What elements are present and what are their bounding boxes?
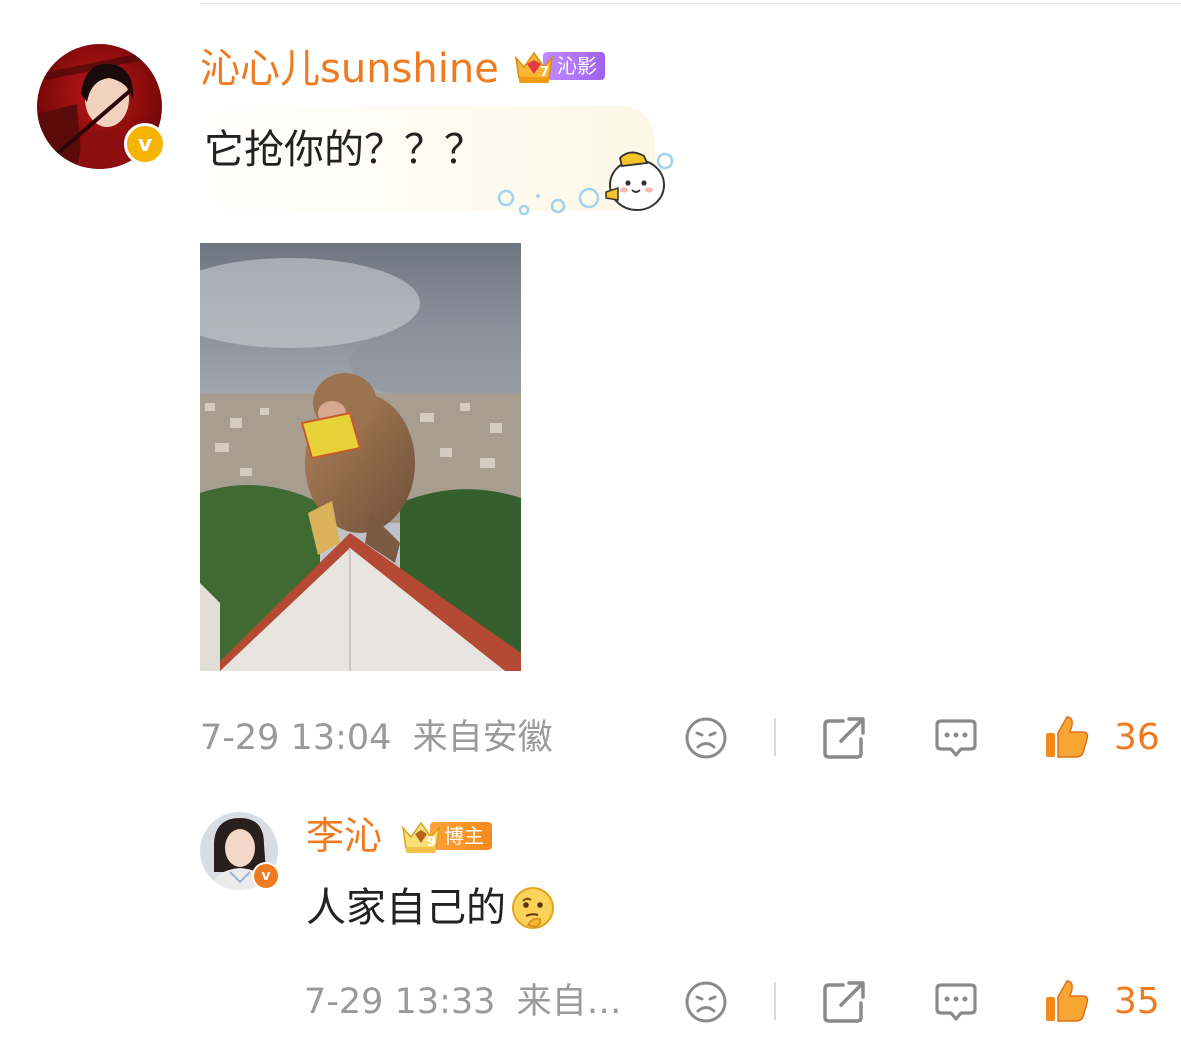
like-count: 36 [1114, 717, 1160, 758]
like-button[interactable] [1042, 976, 1092, 1026]
thumbs-up-icon [1046, 980, 1089, 1022]
action-separator [774, 718, 776, 756]
reply-button[interactable] [932, 978, 980, 1026]
frown-face-icon [685, 717, 727, 759]
username[interactable]: 沁心儿sunshine [200, 44, 499, 94]
reply-text-line: 人家自己的 [306, 882, 556, 934]
action-separator [774, 982, 776, 1020]
timestamp: 7-29 13:04 [200, 718, 392, 758]
comment-text: 它抢你的？？？ [204, 127, 484, 173]
verified-badge-icon: v [252, 862, 280, 890]
reply-button[interactable] [932, 714, 980, 762]
comment-meta: 7-29 13:33 来自… [304, 980, 622, 1024]
dislike-button[interactable] [682, 714, 730, 762]
comment-meta: 7-29 13:04 来自安徽 [200, 716, 553, 760]
crown-icon: 7 [513, 48, 554, 84]
timestamp: 7-29 13:33 [304, 982, 496, 1022]
share-icon [823, 981, 865, 1023]
share-icon [823, 717, 865, 759]
like-count: 35 [1114, 981, 1160, 1022]
dislike-button[interactable] [682, 978, 730, 1026]
fan-badge[interactable]: 9 博主 [400, 818, 492, 854]
thumbs-up-icon [1046, 716, 1089, 758]
avatar[interactable]: v [200, 812, 280, 890]
top-divider [200, 3, 1181, 4]
comment-icon [935, 719, 977, 757]
username[interactable]: 李沁 [306, 812, 382, 860]
share-button[interactable] [820, 978, 868, 1026]
comment-icon [935, 983, 977, 1021]
thinking-face-icon [510, 885, 556, 931]
frown-face-icon [685, 981, 727, 1023]
location: 来自安徽 [412, 718, 553, 758]
location: 来自… [516, 982, 622, 1022]
comment-image[interactable] [200, 243, 521, 671]
bubble-mascot-icon [492, 150, 674, 220]
like-button[interactable] [1042, 712, 1092, 762]
comment-text: 人家自己的 [306, 885, 506, 931]
fan-badge[interactable]: 7 沁影 [513, 48, 605, 84]
avatar[interactable]: v [37, 44, 166, 169]
share-button[interactable] [820, 714, 868, 762]
crown-icon: 9 [400, 818, 441, 854]
verified-badge-icon: v [124, 123, 166, 165]
